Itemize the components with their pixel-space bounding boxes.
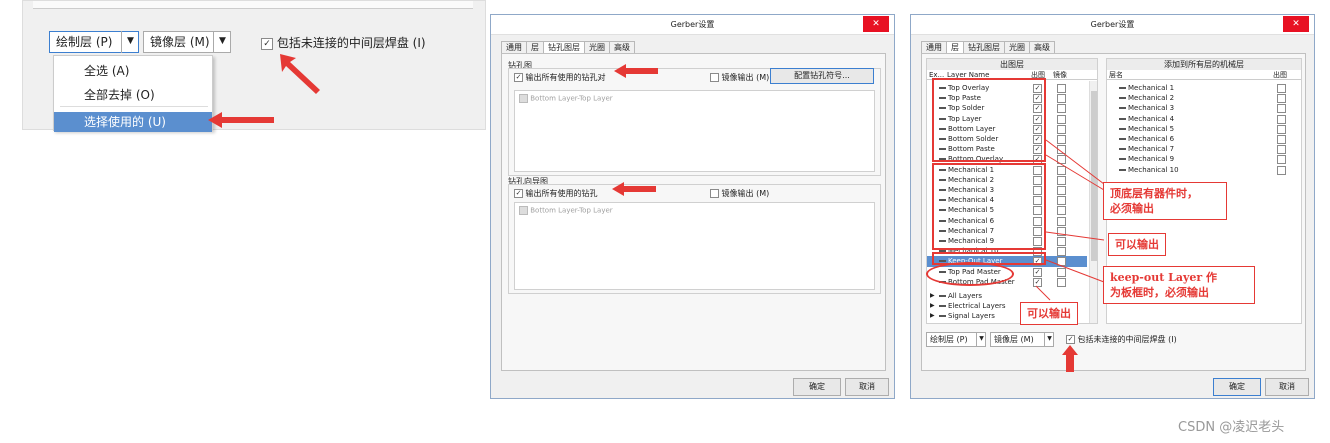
callout-lines	[1035, 139, 1105, 372]
watermark: CSDN @凌迟老头	[1178, 420, 1285, 435]
note-keepout: keep-out Layer 作 为板框时，必须输出	[1103, 266, 1255, 304]
note-optional-pad: 可以输出	[1020, 302, 1078, 325]
note-optional: 可以输出	[1108, 233, 1166, 256]
note-top-bottom: 顶底层有器件时， 必须输出	[1103, 182, 1227, 220]
